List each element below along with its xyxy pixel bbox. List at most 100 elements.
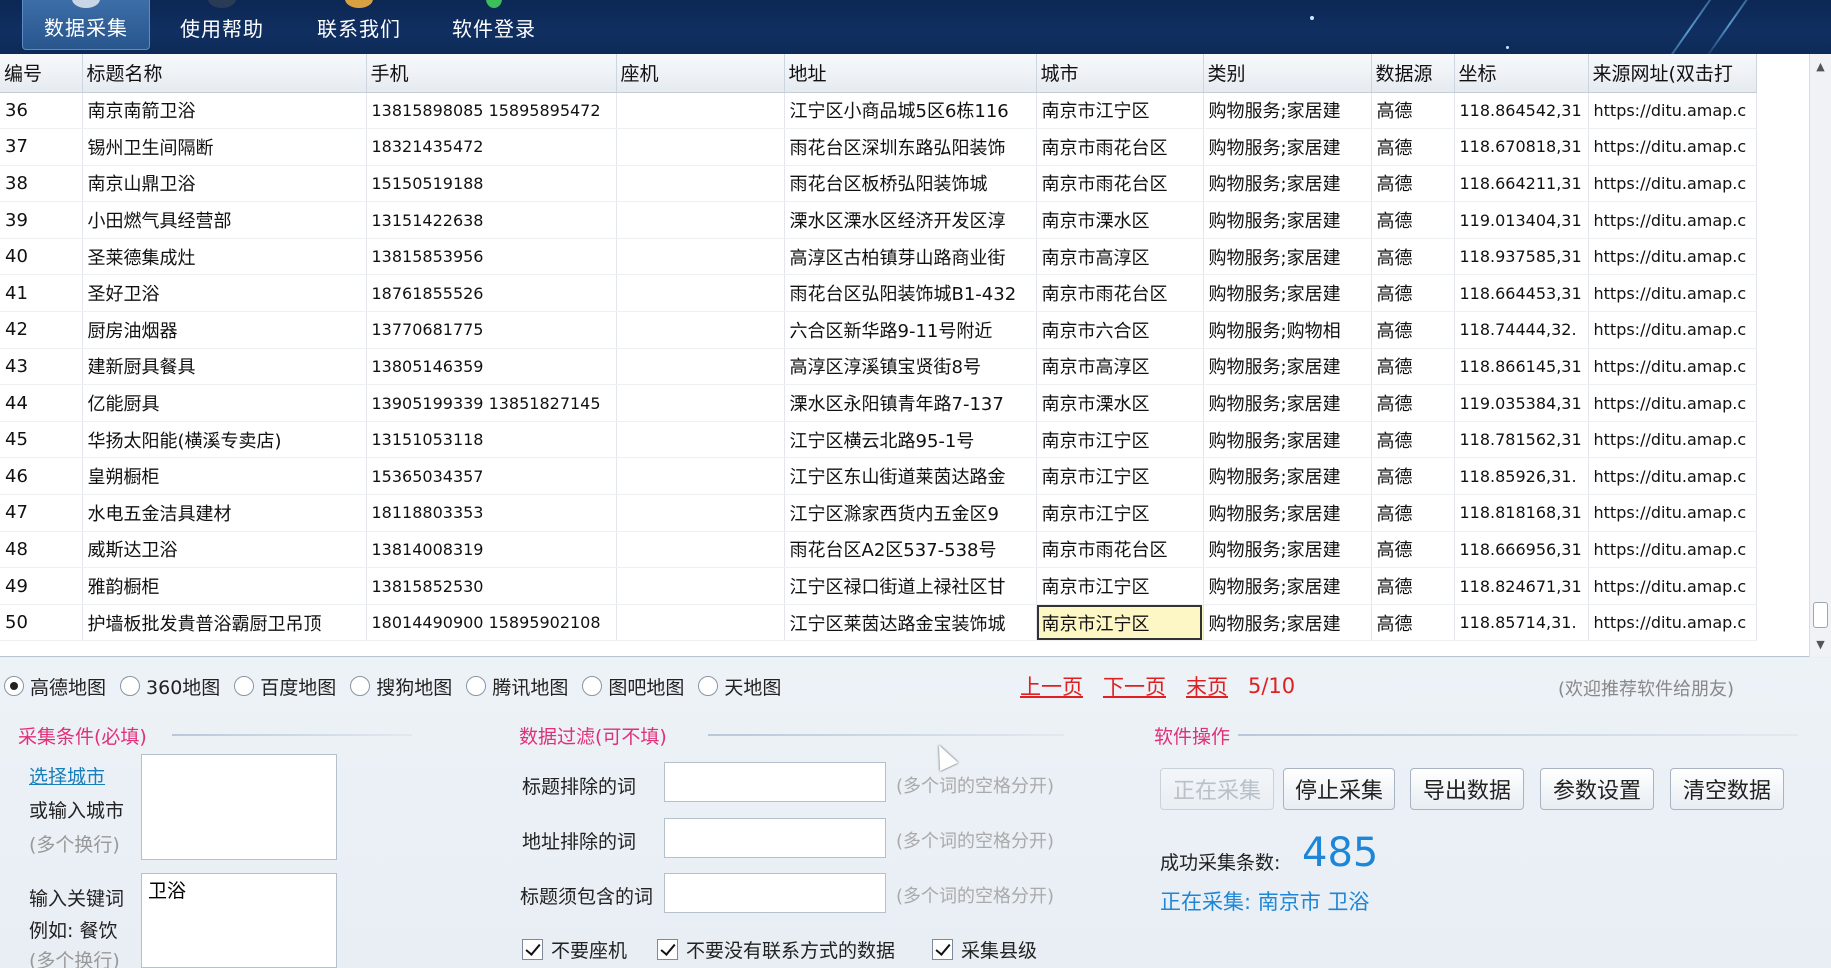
table-row[interactable]: 40 圣莱德集成灶 13815853956 高淳区古柏镇芽山路商业街 南京市高淳区 购物服… xyxy=(0,238,1757,276)
table-cell[interactable]: 47 xyxy=(0,494,83,532)
table-row[interactable]: 48 威斯达卫浴 13814008319 雨花台区A2区537-538号 南京市雨花台区… xyxy=(0,531,1757,569)
table-row[interactable]: 47 水电五金洁具建材 18118803353 江宁区滁家西货内五金区9 南京市江宁区购… xyxy=(0,494,1757,532)
table-cell[interactable] xyxy=(616,421,785,459)
table-cell[interactable]: 18014490900 15895902108 xyxy=(366,604,617,642)
checkbox-box[interactable] xyxy=(657,939,678,960)
table-cell[interactable]: 119.035384,31 xyxy=(1454,384,1589,422)
table-cell[interactable]: 50 xyxy=(0,604,83,642)
column-header[interactable]: 地址 xyxy=(784,54,1037,93)
table-cell[interactable] xyxy=(616,348,785,386)
table-cell[interactable] xyxy=(616,311,785,349)
checkbox-box[interactable] xyxy=(522,939,543,960)
table-cell[interactable]: 江宁区莱茵达路金宝装饰城 xyxy=(784,604,1037,642)
table-cell[interactable]: 高德 xyxy=(1371,348,1455,386)
table-cell[interactable]: 六合区新华路9-11号附近 xyxy=(784,311,1037,349)
map-source-radio[interactable]: 360地图 xyxy=(120,673,220,700)
table-cell[interactable]: 护墙板批发貴普浴霸厨卫吊顶 xyxy=(82,604,367,642)
table-cell[interactable]: 高德 xyxy=(1371,604,1455,642)
toolbar-help-button[interactable]: 使用帮助 xyxy=(158,0,286,50)
map-source-radio[interactable]: 腾讯地图 xyxy=(466,673,568,700)
table-cell[interactable]: 高淳区淳溪镇宝贤街8号 xyxy=(784,348,1037,386)
table-cell[interactable]: 118.664453,31 xyxy=(1454,274,1589,313)
table-cell[interactable]: 43 xyxy=(0,348,83,386)
map-source-radio[interactable]: 高德地图 xyxy=(4,673,106,700)
radio-dot[interactable] xyxy=(4,676,24,696)
table-cell[interactable] xyxy=(616,457,785,496)
table-cell[interactable]: 南京市六合区 xyxy=(1036,311,1204,349)
toolbar-data-collect-button[interactable]: 数据采集 xyxy=(22,0,150,50)
table-cell[interactable]: 118.781562,31 xyxy=(1454,421,1589,459)
table-cell[interactable]: 高德 xyxy=(1371,201,1455,239)
table-cell[interactable]: 南京市江宁区 xyxy=(1036,457,1204,496)
scroll-down-icon[interactable]: ▼ xyxy=(1810,634,1831,654)
table-cell[interactable]: https://ditu.amap.c xyxy=(1588,604,1757,642)
table-cell[interactable]: 江宁区禄口街道上禄社区甘 xyxy=(784,567,1037,605)
table-cell[interactable]: 高德 xyxy=(1371,128,1455,166)
radio-dot[interactable] xyxy=(582,676,603,696)
table-cell[interactable]: 48 xyxy=(0,531,83,569)
table-row[interactable]: 38 南京山鼎卫浴 15150519188 雨花台区板桥弘阳装饰城 南京市雨花台区 购物服… xyxy=(0,165,1757,203)
table-cell[interactable]: 44 xyxy=(0,384,83,422)
radio-dot[interactable] xyxy=(120,676,141,696)
table-cell[interactable]: 13815853956 xyxy=(366,238,617,276)
table-cell[interactable]: 南京南箭卫浴 xyxy=(82,92,367,130)
table-cell[interactable]: 购物服务;家居建 xyxy=(1203,348,1372,386)
table-cell[interactable]: 圣好卫浴 xyxy=(82,274,367,313)
table-cell[interactable]: 雨花台区A2区537-538号 xyxy=(784,531,1037,569)
table-cell[interactable]: 46 xyxy=(0,457,83,496)
table-row[interactable]: 49 雅韵橱柜 13815852530 江宁区禄口街道上禄社区甘 南京市江宁区 购物服务;… xyxy=(0,567,1757,605)
radio-dot[interactable] xyxy=(466,676,487,696)
table-cell[interactable]: 雅韵橱柜 xyxy=(82,567,367,605)
table-cell[interactable]: 高德 xyxy=(1371,384,1455,422)
table-cell[interactable]: 水电五金洁具建材 xyxy=(82,494,367,532)
column-header[interactable]: 手机 xyxy=(366,54,617,93)
table-cell[interactable]: 41 xyxy=(0,274,83,313)
table-cell[interactable]: 南京市高淳区 xyxy=(1036,348,1204,386)
table-cell[interactable] xyxy=(616,531,785,569)
table-cell[interactable]: 15365034357 xyxy=(366,457,617,496)
table-cell[interactable]: 高德 xyxy=(1371,92,1455,130)
table-cell[interactable]: https://ditu.amap.c xyxy=(1588,567,1757,605)
table-cell[interactable]: 购物服务;家居建 xyxy=(1203,165,1372,203)
table-cell[interactable]: 118.864542,31 xyxy=(1454,92,1589,130)
radio-dot[interactable] xyxy=(698,676,719,696)
table-cell[interactable]: 华扬太阳能(横溪专卖店) xyxy=(82,421,367,459)
table-cell[interactable]: 高德 xyxy=(1371,165,1455,203)
table-cell[interactable]: 118.670818,31 xyxy=(1454,128,1589,166)
table-cell[interactable]: https://ditu.amap.c xyxy=(1588,92,1757,130)
table-cell[interactable]: 119.013404,31 xyxy=(1454,201,1589,239)
table-cell[interactable] xyxy=(616,384,785,422)
table-cell[interactable]: 皇朔橱柜 xyxy=(82,457,367,496)
radio-dot[interactable] xyxy=(234,676,255,696)
table-cell[interactable]: 南京市雨花台区 xyxy=(1036,531,1204,569)
table-cell[interactable]: 118.666956,31 xyxy=(1454,531,1589,569)
table-cell[interactable]: 高德 xyxy=(1371,457,1455,496)
next-page-link[interactable]: 下一页 xyxy=(1103,671,1166,701)
table-cell[interactable]: 购物服务;家居建 xyxy=(1203,128,1372,166)
table-cell[interactable]: 南京市江宁区 xyxy=(1036,494,1204,532)
table-cell[interactable] xyxy=(616,567,785,605)
table-cell[interactable]: 45 xyxy=(0,421,83,459)
table-cell[interactable]: 南京市雨花台区 xyxy=(1036,165,1204,203)
table-cell[interactable]: 118.824671,31 xyxy=(1454,567,1589,605)
table-cell[interactable]: 13905199339 13851827145 xyxy=(366,384,617,422)
table-cell[interactable]: https://ditu.amap.c xyxy=(1588,201,1757,239)
clear-data-button[interactable]: 清空数据 xyxy=(1670,768,1784,810)
table-cell[interactable]: 13805146359 xyxy=(366,348,617,386)
table-cell[interactable]: https://ditu.amap.c xyxy=(1588,384,1757,422)
table-cell[interactable]: 39 xyxy=(0,201,83,239)
table-cell[interactable]: 建新厨具餐具 xyxy=(82,348,367,386)
keyword-input[interactable]: 卫浴 xyxy=(141,873,337,968)
table-cell[interactable]: 购物服务;家居建 xyxy=(1203,238,1372,276)
column-header[interactable]: 坐标 xyxy=(1454,54,1589,93)
table-cell[interactable]: 15150519188 xyxy=(366,165,617,203)
table-cell[interactable]: 118.866145,31 xyxy=(1454,348,1589,386)
table-cell[interactable]: 雨花台区弘阳装饰城B1-432 xyxy=(784,274,1037,313)
table-cell[interactable]: 13151053118 xyxy=(366,421,617,459)
table-cell[interactable]: 南京市雨花台区 xyxy=(1036,128,1204,166)
table-cell[interactable]: 18118803353 xyxy=(366,494,617,532)
county-level-checkbox[interactable]: 采集县级 xyxy=(932,936,1037,963)
table-cell[interactable]: 38 xyxy=(0,165,83,203)
table-cell[interactable]: 溧水区溧水区经济开发区淳 xyxy=(784,201,1037,239)
table-cell[interactable]: https://ditu.amap.c xyxy=(1588,238,1757,276)
